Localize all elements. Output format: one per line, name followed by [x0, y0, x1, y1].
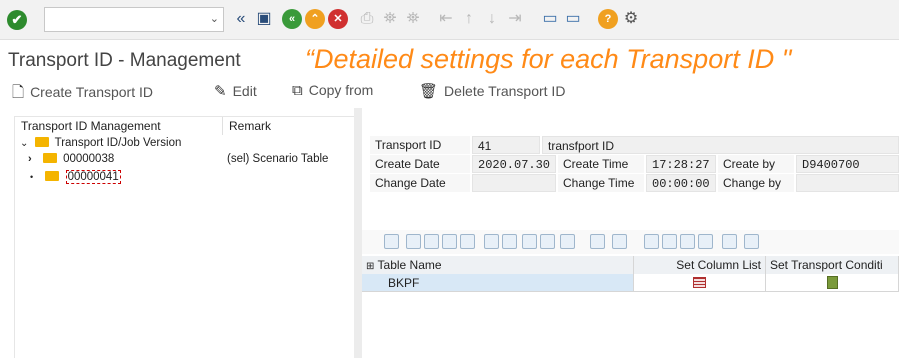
cancel-icon[interactable]: ✕ — [328, 9, 348, 29]
table-row-name-cell[interactable]: BKPF — [362, 274, 634, 292]
table-name-header[interactable]: ⊞ Table Name — [362, 256, 634, 274]
views-icon[interactable] — [662, 234, 677, 249]
find-icon[interactable]: ⛯ — [380, 9, 400, 29]
copy-from-button[interactable]: ⧉ Copy from — [292, 82, 373, 99]
settings-gear-icon[interactable]: ⚙ — [621, 9, 641, 29]
change-date-label: Change Date — [370, 174, 470, 192]
panel-splitter[interactable] — [354, 108, 362, 358]
graphic-icon[interactable] — [722, 234, 737, 249]
tree-root-node[interactable]: ⌄ Transport ID/Job Version — [20, 137, 181, 149]
edit-label: Edit — [232, 83, 257, 99]
transport-id-description[interactable]: transfport ID — [542, 136, 899, 154]
first-page-icon[interactable]: ⇤ — [436, 9, 456, 29]
change-time-label: Change Time — [558, 174, 644, 192]
sort-descending-icon[interactable] — [502, 234, 517, 249]
page-title: Transport ID - Management — [8, 50, 241, 71]
previous-page-icon[interactable]: ↑ — [459, 9, 479, 29]
find-next-icon[interactable] — [540, 234, 555, 249]
collapsed-chevron-icon[interactable]: › — [28, 153, 32, 165]
exit-icon[interactable]: ⌃ — [305, 9, 325, 29]
filter-icon[interactable] — [560, 234, 575, 249]
create-label: Create Transport ID — [30, 84, 153, 100]
transport-details-form: Transport ID 41 transfport ID Create Dat… — [362, 108, 899, 228]
set-column-list-cell[interactable] — [634, 274, 766, 292]
alv-toolbar — [362, 230, 899, 254]
next-page-icon[interactable]: ↓ — [482, 9, 502, 29]
info-icon[interactable] — [744, 234, 759, 249]
sort-ascending-icon[interactable] — [484, 234, 499, 249]
tree-node-00000041[interactable]: • 00000041 — [30, 170, 121, 184]
leaf-bullet-icon: • — [30, 172, 34, 182]
main-toolbar: ✔ ⌄ « ▣ « ⌃ ✕ ⎙ ⛯ ⛯ ⇤ ↑ ↓ ⇥ ▭ ▭ ? ⚙ — [0, 0, 899, 40]
tree-node-remark: (sel) Scenario Table — [227, 153, 329, 165]
trash-icon: 🗑 — [419, 83, 439, 100]
change-by-field[interactable] — [796, 174, 899, 192]
remark-column-header[interactable]: Remark — [223, 117, 355, 135]
print-icon[interactable]: ⎙ — [357, 9, 377, 29]
column-list-grid-icon[interactable] — [693, 277, 706, 288]
transport-id-field[interactable]: 41 — [472, 136, 540, 154]
create-time-field[interactable]: 17:28:27 — [646, 155, 716, 173]
open-folder-icon — [34, 137, 49, 147]
folder-icon — [42, 153, 57, 163]
tree-node-label: 00000038 — [63, 153, 115, 165]
back-double-icon[interactable]: « — [231, 9, 251, 29]
change-date-field[interactable] — [472, 174, 556, 192]
change-time-field[interactable]: 00:00:00 — [646, 174, 716, 192]
transport-tree-panel: Transport ID Management Remark ⌄ Transpo… — [14, 116, 355, 358]
copy-icon: ⧉ — [292, 82, 303, 99]
expanded-chevron-icon[interactable]: ⌄ — [20, 138, 28, 149]
tree-node-00000038[interactable]: › 00000038 — [28, 153, 114, 165]
insert-row-icon[interactable] — [424, 234, 439, 249]
new-row-icon[interactable] — [406, 234, 421, 249]
export-icon[interactable] — [680, 234, 695, 249]
transport-condition-filter-icon[interactable] — [827, 276, 838, 289]
new-document-icon: 🗋 — [12, 84, 25, 101]
chevron-down-icon[interactable]: ⌄ — [210, 12, 219, 25]
details-icon[interactable] — [384, 234, 399, 249]
table-icon: ⊞ — [366, 261, 375, 272]
change-by-label: Change by — [718, 174, 794, 192]
last-page-icon[interactable]: ⇥ — [505, 9, 525, 29]
create-by-field[interactable]: D9400700 — [796, 155, 899, 173]
annotation-callout: “Detailed settings for each Transport ID… — [305, 44, 792, 74]
copy-row-icon[interactable] — [460, 234, 475, 249]
sum-icon[interactable] — [590, 234, 605, 249]
delete-label: Delete Transport ID — [444, 83, 566, 99]
transport-id-label: Transport ID — [370, 136, 470, 154]
create-transport-id-button[interactable]: 🗋 Create Transport ID — [12, 82, 153, 107]
set-transport-condition-cell[interactable] — [766, 274, 899, 292]
create-date-field[interactable]: 2020.07.30 — [472, 155, 556, 173]
print-icon[interactable] — [644, 234, 659, 249]
set-transport-condition-header[interactable]: Set Transport Conditi — [766, 256, 899, 274]
edit-pencil-icon: ✎ — [214, 83, 227, 100]
tree-node-label: 00000041 — [65, 170, 121, 184]
save-icon[interactable]: ▣ — [254, 9, 274, 29]
enter-check-icon[interactable]: ✔ — [7, 10, 27, 30]
find-icon[interactable] — [522, 234, 537, 249]
back-icon[interactable]: « — [282, 9, 302, 29]
tree-column-header[interactable]: Transport ID Management — [15, 117, 223, 135]
table-name-header-label: Table Name — [377, 258, 442, 272]
find-next-icon[interactable]: ⛯ — [403, 9, 423, 29]
help-icon[interactable]: ? — [598, 9, 618, 29]
shortcut-icon[interactable]: ▭ — [563, 9, 583, 29]
copy-label: Copy from — [308, 82, 374, 98]
folder-icon — [45, 171, 60, 181]
layout-icon[interactable] — [698, 234, 713, 249]
set-column-list-header[interactable]: Set Column List — [634, 256, 766, 274]
delete-row-icon[interactable] — [442, 234, 457, 249]
tree-root-label: Transport ID/Job Version — [54, 137, 182, 149]
edit-button[interactable]: ✎ Edit — [214, 82, 257, 100]
command-field[interactable]: ⌄ — [44, 7, 224, 32]
new-session-icon[interactable]: ▭ — [540, 9, 560, 29]
delete-transport-id-button[interactable]: 🗑 Delete Transport ID — [419, 82, 565, 100]
create-date-label: Create Date — [370, 155, 470, 173]
create-time-label: Create Time — [558, 155, 644, 173]
create-by-label: Create by — [718, 155, 794, 173]
subtotal-icon[interactable] — [612, 234, 627, 249]
